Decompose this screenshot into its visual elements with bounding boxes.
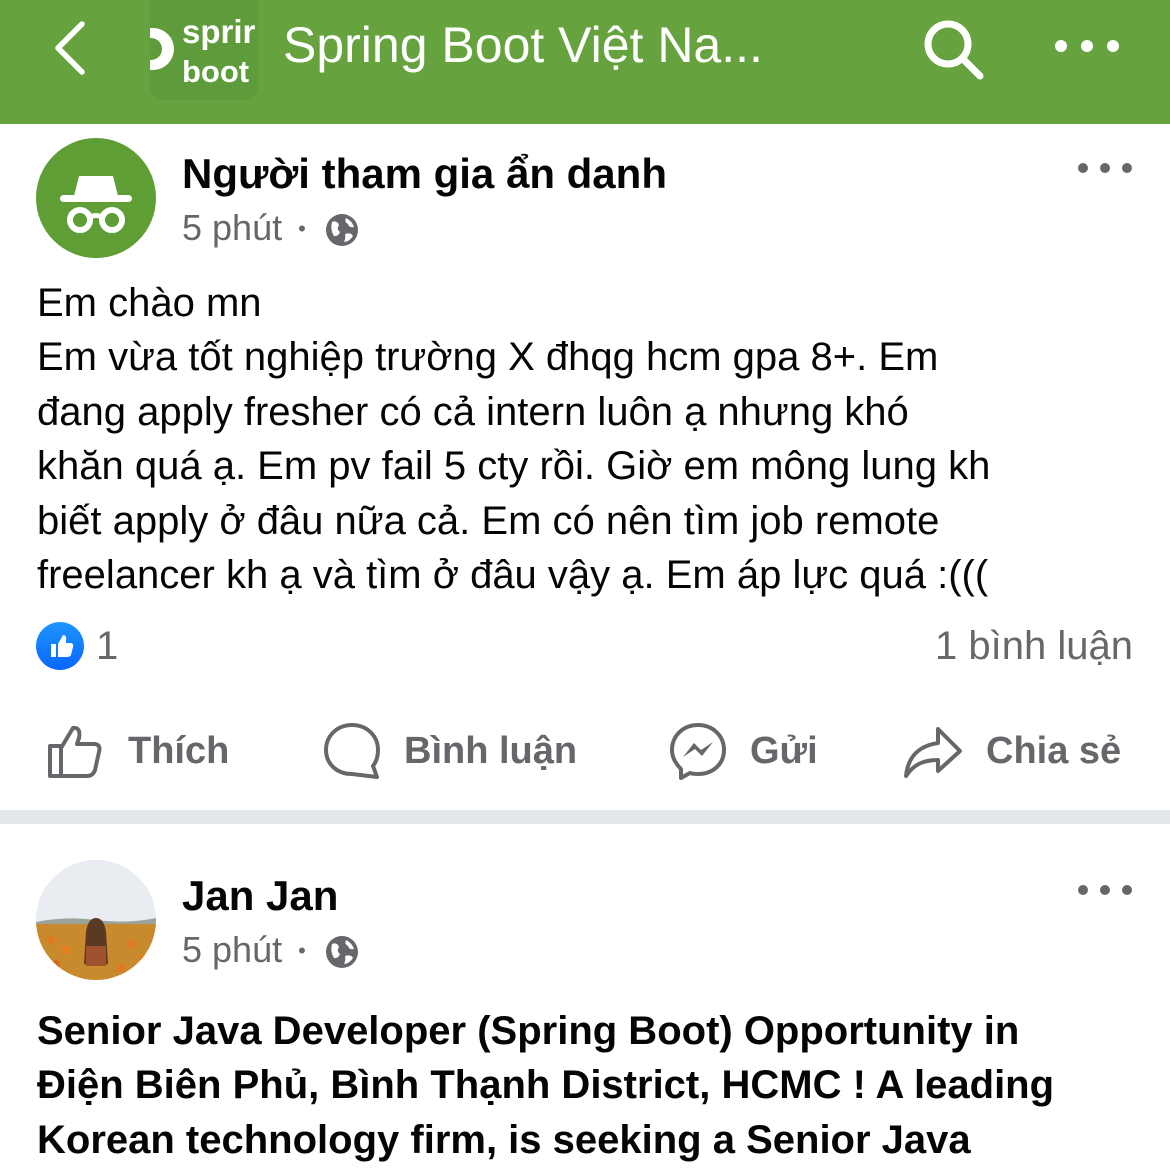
reaction-count[interactable]: 1 xyxy=(96,620,118,672)
thumbs-up-icon xyxy=(48,725,102,778)
post-line: freelancer kh ạ và tìm ở đâu vậy ạ. Em á… xyxy=(37,553,989,598)
user-avatar[interactable] xyxy=(36,860,156,980)
post-body: Em chào mn Em vừa tốt nghiệp trường X đh… xyxy=(37,276,1137,602)
post-line: đang apply fresher có cả intern luôn ạ n… xyxy=(37,389,909,434)
post-more-icon[interactable] xyxy=(1076,880,1134,900)
logo-text-line1: sprir xyxy=(182,13,256,50)
meta-separator: • xyxy=(298,938,306,963)
share-icon xyxy=(904,727,962,778)
send-button[interactable]: Gửi xyxy=(668,715,818,787)
share-label: Chia sẻ xyxy=(986,729,1122,772)
share-button[interactable]: Chia sẻ xyxy=(902,715,1121,787)
post-line: khăn quá ạ. Em pv fail 5 cty rồi. Giờ em… xyxy=(37,444,991,489)
search-icon[interactable] xyxy=(918,14,988,84)
feed-separator xyxy=(0,810,1170,824)
spring-logo-mark xyxy=(150,28,174,70)
post-line: Em chào mn xyxy=(37,281,262,325)
comment-button[interactable]: Bình luận xyxy=(322,715,577,787)
messenger-icon xyxy=(670,723,726,780)
comment-icon xyxy=(324,723,380,779)
globe-icon xyxy=(325,214,358,246)
post-body: Senior Java Developer (Spring Boot) Oppo… xyxy=(37,1004,1137,1167)
post-meta: 5 phút • xyxy=(182,206,360,251)
meta-separator: • xyxy=(298,216,306,241)
group-logo[interactable]: sprir boot xyxy=(150,0,258,100)
post-time[interactable]: 5 phút xyxy=(182,929,282,970)
comment-count[interactable]: 1 bình luận xyxy=(935,620,1133,672)
incognito-icon xyxy=(60,176,132,233)
group-header: sprir boot Spring Boot Việt Na... xyxy=(0,0,1170,124)
post-line: Korean technology firm, is seeking a Sen… xyxy=(37,1117,971,1162)
post-line: Em vừa tốt nghiệp trường X đhqg hcm gpa … xyxy=(37,335,939,380)
anonymous-avatar[interactable] xyxy=(36,138,156,258)
post-line: Điện Biên Phủ, Bình Thạnh District, HCMC… xyxy=(37,1063,1055,1108)
post-line: Senior Java Developer (Spring Boot) Oppo… xyxy=(37,1009,1020,1053)
like-reaction-icon[interactable] xyxy=(36,622,84,670)
post-author[interactable]: Jan Jan xyxy=(182,870,338,922)
globe-icon xyxy=(325,936,358,968)
like-button[interactable]: Thích xyxy=(44,715,229,787)
send-label: Gửi xyxy=(750,729,818,772)
group-title[interactable]: Spring Boot Việt Na... xyxy=(283,14,763,76)
logo-text-line2: boot xyxy=(182,54,250,89)
post-time[interactable]: 5 phút xyxy=(182,207,282,248)
post-line: biết apply ở đâu nữa cả. Em có nên tìm j… xyxy=(37,498,940,543)
profile-photo xyxy=(36,860,156,980)
post-more-icon[interactable] xyxy=(1076,158,1134,178)
post-author[interactable]: Người tham gia ẩn danh xyxy=(182,148,667,200)
post-meta: 5 phút • xyxy=(182,928,360,973)
like-label: Thích xyxy=(128,729,230,772)
comment-label: Bình luận xyxy=(404,729,578,772)
more-horizontal-icon[interactable] xyxy=(1052,28,1122,64)
chevron-left-icon[interactable] xyxy=(40,18,100,78)
